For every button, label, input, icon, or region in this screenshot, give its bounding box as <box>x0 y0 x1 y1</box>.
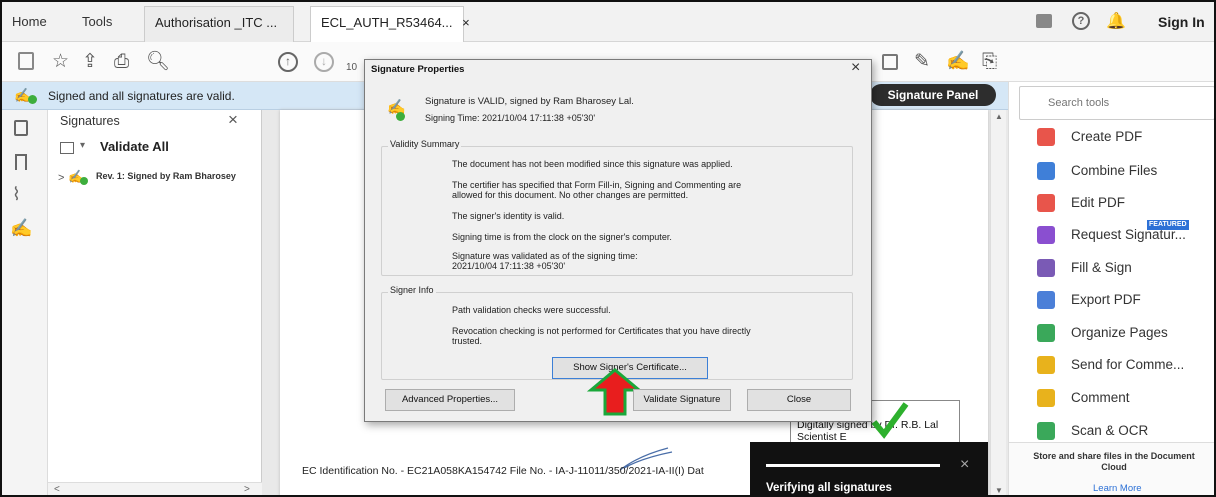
signature-status-text: Signed and all signatures are valid. <box>48 89 235 103</box>
stamp-icon[interactable]: ⎘ <box>982 52 997 72</box>
validity-summary-title: Validity Summary <box>388 139 462 149</box>
validity-line: 2021/10/04 17:11:38 +05'30' <box>452 261 566 271</box>
signature-properties-dialog: Signature Properties × ✍ Signature is VA… <box>364 59 872 422</box>
help-icon[interactable]: ? <box>1072 12 1090 30</box>
tool-label: Scan & OCR <box>1071 423 1149 438</box>
signer-info-line: Revocation checking is not performed for… <box>452 326 751 336</box>
tab-bar: Home Tools Authorisation _ITC ... ECL_AU… <box>2 2 1214 42</box>
bell-icon[interactable]: 🔔 <box>1106 11 1126 31</box>
horizontal-scrollbar[interactable]: < > <box>48 482 262 495</box>
learn-more-link[interactable]: Learn More <box>1093 483 1142 494</box>
tool-icon <box>1037 128 1055 146</box>
signatures-panel: Signatures × ▾ Validate All > ✍ Rev. 1: … <box>48 110 271 495</box>
advanced-properties-button[interactable]: Advanced Properties... <box>385 389 515 411</box>
left-nav-rail: ⌇ ✍ <box>2 110 48 495</box>
search-tools-input[interactable] <box>1019 86 1214 120</box>
scroll-right-icon[interactable]: > <box>244 484 250 495</box>
validity-summary-group: Validity Summary The document has not be… <box>381 139 853 276</box>
tool-icon <box>1037 162 1055 180</box>
featured-badge: FEATURED <box>1147 220 1189 230</box>
tool-label: Combine Files <box>1071 163 1158 178</box>
signer-info-line: Path validation checks were successful. <box>452 305 611 315</box>
sign-in-link[interactable]: Sign In <box>1158 14 1205 30</box>
verifying-toast: × Verifying all signatures <box>750 442 988 495</box>
search-icon[interactable]: 🔍︎ <box>146 52 170 72</box>
close-button[interactable]: Close <box>747 389 851 411</box>
print-icon[interactable]: ⎙ <box>114 52 129 72</box>
pen-icon[interactable]: ✎ <box>914 52 930 72</box>
valid-check-icon <box>28 95 37 104</box>
signer-info-group: Signer Info Path validation checks were … <box>381 285 853 380</box>
green-checkmark-icon <box>871 402 909 439</box>
tool-icon <box>1037 194 1055 212</box>
sign-icon[interactable]: ✍ <box>946 52 970 72</box>
save-icon[interactable] <box>18 52 34 70</box>
promo-text: Store and share files in the Document Cl… <box>1033 451 1195 472</box>
validity-line: allowed for this document. No other chan… <box>452 190 689 200</box>
valid-check-icon <box>396 112 405 121</box>
tool-icon <box>1037 259 1055 277</box>
tool-label: Fill & Sign <box>1071 260 1132 275</box>
toast-text: Verifying all signatures <box>766 482 892 494</box>
signer-info-line: trusted. <box>452 336 483 346</box>
page-down-icon[interactable]: ↓ <box>314 52 334 72</box>
signatures-icon[interactable]: ✍ <box>10 218 32 239</box>
tool-label: Comment <box>1071 390 1130 405</box>
tool-label: Organize Pages <box>1071 325 1168 340</box>
validity-line: The document has not been modified since… <box>452 159 733 169</box>
share-icon[interactable]: ⇪ <box>82 52 98 72</box>
tool-icon <box>1037 291 1055 309</box>
comment-tool-icon[interactable] <box>882 54 898 70</box>
validity-line: Signing time is from the clock on the si… <box>452 232 672 242</box>
toast-close-icon[interactable]: × <box>960 456 969 474</box>
tool-icon <box>1037 226 1055 244</box>
pages-icon[interactable] <box>14 120 28 136</box>
attachment-icon[interactable]: ⌇ <box>12 184 21 205</box>
star-icon[interactable]: ☆ <box>52 52 69 72</box>
tab-label: ECL_AUTH_R53464... <box>321 15 453 30</box>
tool-icon <box>1037 422 1055 440</box>
tab-document-authorisation[interactable]: Authorisation _ITC ... <box>144 6 294 42</box>
chevron-right-icon[interactable]: > <box>58 172 64 184</box>
validity-line: The signer's identity is valid. <box>452 211 565 221</box>
signatures-panel-title: Signatures <box>60 114 120 128</box>
signature-panel-button[interactable]: Signature Panel <box>870 84 996 106</box>
tool-label: Send for Comme... <box>1071 357 1185 372</box>
tool-icon <box>1037 389 1055 407</box>
page-number[interactable]: 10 <box>346 62 357 73</box>
chevron-down-icon[interactable]: ▾ <box>80 140 85 151</box>
dialog-close-icon[interactable]: × <box>851 59 860 77</box>
acrobat-window: Home Tools Authorisation _ITC ... ECL_AU… <box>0 0 1216 497</box>
scroll-left-icon[interactable]: < <box>54 484 60 495</box>
scroll-down-icon[interactable]: ▼ <box>995 486 1003 495</box>
tab-tools[interactable]: Tools <box>82 2 112 42</box>
signature-status-message: Signature is VALID, signed by Ram Bharos… <box>425 96 634 107</box>
valid-check-icon <box>80 177 88 185</box>
signer-info-title: Signer Info <box>388 285 436 295</box>
validate-all-button[interactable]: Validate All <box>100 139 169 154</box>
page-up-icon[interactable]: ↑ <box>278 52 298 72</box>
scroll-up-icon[interactable]: ▲ <box>995 112 1003 121</box>
tool-icon <box>1037 356 1055 374</box>
tool-icon <box>1037 324 1055 342</box>
bookmark-icon[interactable] <box>15 154 27 170</box>
tab-document-ecl-auth[interactable]: ECL_AUTH_R53464... × <box>310 6 470 42</box>
signing-time: Signing Time: 2021/10/04 17:11:38 +05'30… <box>425 113 596 123</box>
tool-label: Edit PDF <box>1071 195 1126 210</box>
options-menu-icon[interactable] <box>60 142 74 154</box>
tool-label: Export PDF <box>1071 292 1141 307</box>
dialog-title: Signature Properties <box>371 64 465 75</box>
tab-close-icon[interactable]: × <box>462 15 470 30</box>
tools-pane: Create PDFCombine FilesEdit PDFRequest S… <box>1008 82 1214 495</box>
vertical-scrollbar[interactable]: ▲ ▼ <box>990 110 1006 495</box>
chat-icon[interactable] <box>1036 14 1052 28</box>
document-cloud-promo: Store and share files in the Document Cl… <box>1009 442 1214 495</box>
document-footer-text: EC Identification No. - EC21A058KA154742… <box>302 465 704 477</box>
close-panel-icon[interactable]: × <box>228 110 238 130</box>
tool-label: Create PDF <box>1071 129 1143 144</box>
progress-bar <box>766 464 940 467</box>
tab-home[interactable]: Home <box>12 2 47 42</box>
validate-signature-button[interactable]: Validate Signature <box>633 389 731 411</box>
signature-revision-item[interactable]: Rev. 1: Signed by Ram Bharosey <box>96 171 236 181</box>
